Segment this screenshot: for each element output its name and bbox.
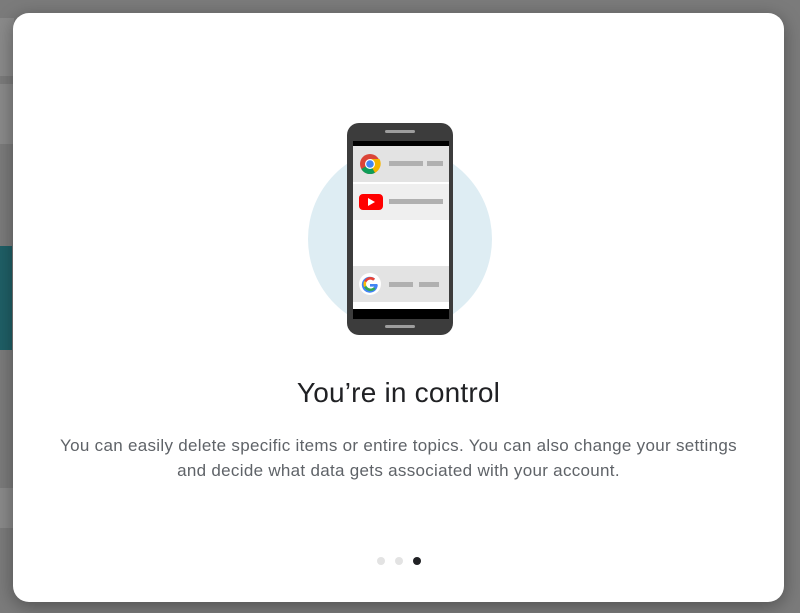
page-indicator xyxy=(13,557,784,567)
backdrop-strip-mid xyxy=(0,84,14,144)
youtube-row-text xyxy=(389,199,443,204)
backdrop-strip-low xyxy=(0,488,14,528)
chrome-row-text-2 xyxy=(427,161,443,166)
dialog-body-text: You can easily delete specific items or … xyxy=(60,436,737,480)
phone-illustration xyxy=(308,123,492,335)
backdrop-strip-top xyxy=(0,18,14,76)
youtube-icon xyxy=(359,194,383,210)
page-dot-2[interactable] xyxy=(394,557,403,565)
google-row-text xyxy=(389,282,413,287)
phone-home-bar xyxy=(385,325,415,328)
page-dot-3[interactable] xyxy=(412,557,421,565)
page-dot-1[interactable] xyxy=(376,557,385,565)
chrome-row-text xyxy=(389,161,423,166)
phone-speaker xyxy=(385,130,415,133)
dialog-headline: You’re in control xyxy=(296,377,501,408)
google-row-text-2 xyxy=(419,282,439,287)
google-icon xyxy=(359,273,381,295)
onboarding-dialog: You’re in control You can easily delete … xyxy=(13,13,784,602)
backdrop-accent xyxy=(0,246,12,350)
